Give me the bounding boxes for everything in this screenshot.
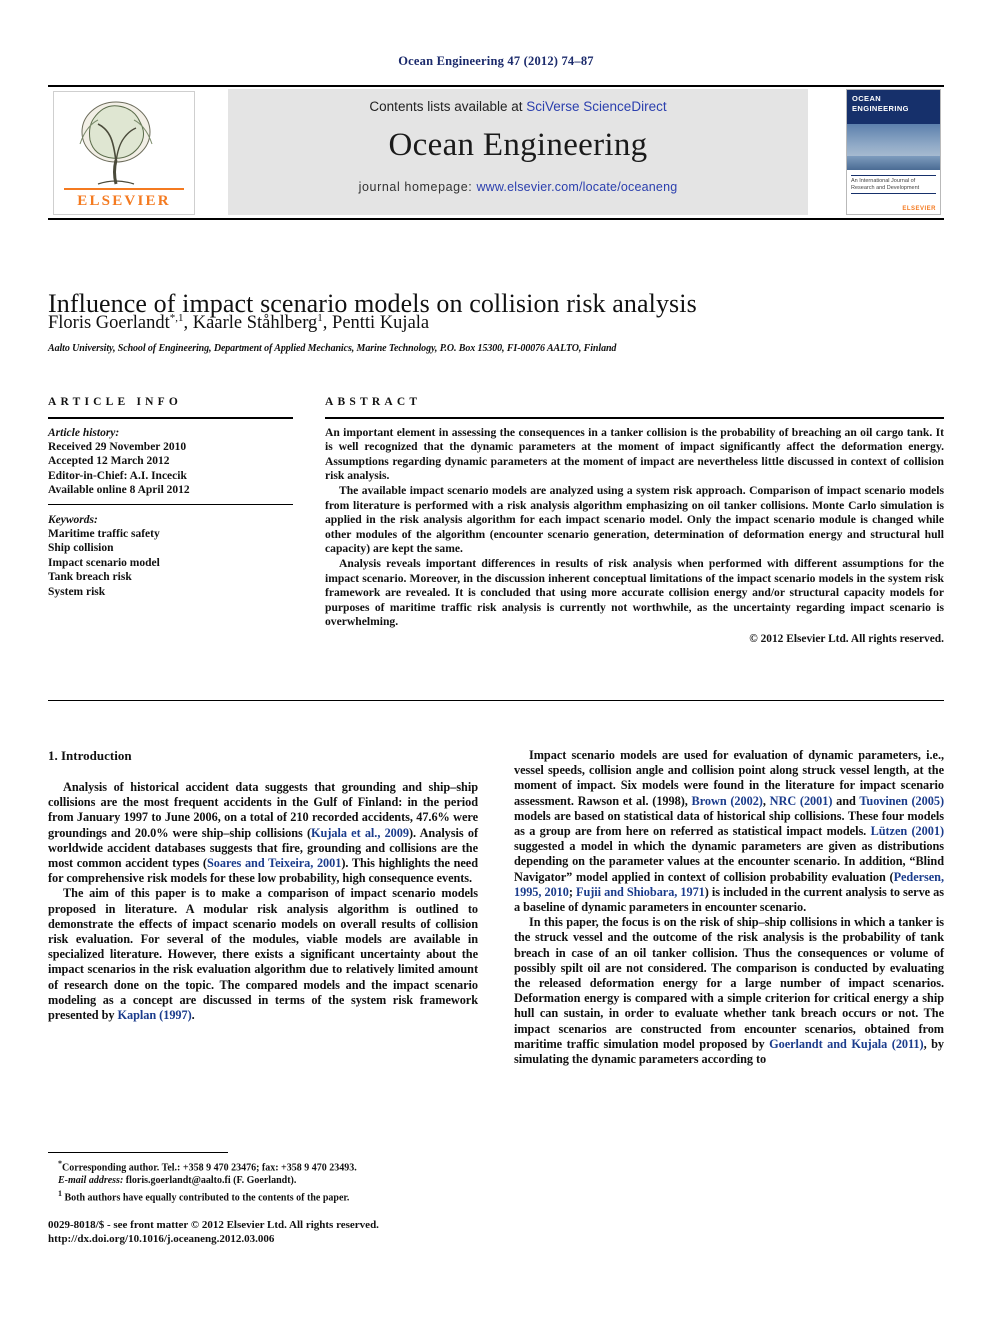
article-info-heading: ARTICLE INFO bbox=[48, 396, 183, 408]
history-item: Received 29 November 2010 bbox=[48, 440, 187, 453]
cover-artwork bbox=[847, 124, 940, 170]
history-item: Editor-in-Chief: A.I. Incecik bbox=[48, 469, 187, 482]
footnotes-block: *Corresponding author. Tel.: +358 9 470 … bbox=[48, 1158, 478, 1204]
body-divider-rule bbox=[48, 700, 944, 701]
citation-link[interactable]: NRC (2001) bbox=[770, 794, 833, 808]
corresponding-author-text: Corresponding author. Tel.: +358 9 470 2… bbox=[62, 1162, 357, 1174]
issn-line: 0029-8018/$ - see front matter © 2012 El… bbox=[48, 1219, 379, 1231]
sciencedirect-link[interactable]: SciVerse ScienceDirect bbox=[526, 99, 666, 114]
homepage-link[interactable]: www.elsevier.com/locate/oceaneng bbox=[476, 180, 677, 194]
doi-line[interactable]: http://dx.doi.org/10.1016/j.oceaneng.201… bbox=[48, 1233, 478, 1247]
keyword-item: Impact scenario model bbox=[48, 556, 160, 569]
cover-footer: An International Journal of Research and… bbox=[847, 170, 940, 214]
elsevier-logo: ELSEVIER bbox=[53, 91, 195, 215]
elsevier-rule bbox=[64, 188, 184, 190]
cover-wave-graphic bbox=[847, 156, 940, 170]
cover-caption: An International Journal of Research and… bbox=[851, 178, 920, 191]
history-item: Accepted 12 March 2012 bbox=[48, 455, 170, 468]
equal-contribution-text: Both authors have equally contributed to… bbox=[64, 1191, 350, 1203]
cover-publisher: ELSEVIER bbox=[902, 205, 936, 212]
banner-top-rule bbox=[48, 85, 944, 87]
abstract-paragraph: The available impact scenario models are… bbox=[325, 483, 944, 556]
journal-homepage-line: journal homepage: www.elsevier.com/locat… bbox=[359, 180, 678, 194]
keywords-label: Keywords: bbox=[48, 513, 98, 526]
article-info-block: ARTICLE INFO Article history: Received 2… bbox=[48, 396, 293, 599]
cover-title-line1: OCEAN bbox=[852, 94, 882, 103]
abstract-block: ABSTRACT An important element in assessi… bbox=[325, 396, 944, 645]
imprint-block: 0029-8018/$ - see front matter © 2012 El… bbox=[48, 1219, 478, 1246]
body-column-right: Impact scenario models are used for eval… bbox=[514, 748, 944, 1067]
homepage-prefix: journal homepage: bbox=[358, 180, 477, 194]
abstract-copyright: © 2012 Elsevier Ltd. All rights reserved… bbox=[749, 632, 944, 645]
abstract-paragraph: An important element in assessing the co… bbox=[325, 425, 944, 483]
footnote-corresponding-author: *Corresponding author. Tel.: +358 9 470 … bbox=[48, 1158, 478, 1175]
author-names: Floris Goerlandt*,1, Kaarle Ståhlberg1, … bbox=[48, 312, 430, 334]
banner-center: Contents lists available at SciVerse Sci… bbox=[228, 89, 808, 215]
citation-link[interactable]: Kaplan (1997) bbox=[118, 1008, 192, 1022]
section-title-introduction: 1. Introduction bbox=[48, 748, 132, 763]
citation-link[interactable]: Goerlandt and Kujala (2011) bbox=[769, 1037, 924, 1051]
abstract-heading: ABSTRACT bbox=[325, 396, 422, 408]
abstract-paragraph: Analysis reveals important differences i… bbox=[325, 556, 944, 629]
body-paragraph: Impact scenario models are used for eval… bbox=[514, 748, 944, 915]
article-history-label: Article history: bbox=[48, 426, 120, 439]
keyword-item: System risk bbox=[48, 585, 106, 598]
footnote-email: E-mail address: floris.goerlandt@aalto.f… bbox=[48, 1175, 478, 1188]
keyword-item: Tank breach risk bbox=[48, 571, 132, 584]
contents-available-line: Contents lists available at SciVerse Sci… bbox=[369, 99, 666, 114]
email-address[interactable]: floris.goerlandt@aalto.fi (F. Goerlandt)… bbox=[126, 1175, 297, 1186]
article-info-rule bbox=[48, 417, 293, 419]
citation-link[interactable]: Lützen (2001) bbox=[871, 824, 944, 838]
running-head: Ocean Engineering 47 (2012) 74–87 bbox=[398, 54, 594, 68]
banner-bottom-rule bbox=[48, 218, 944, 220]
cover-title-line2: ENGINEERING bbox=[852, 104, 909, 113]
body-paragraph: The aim of this paper is to make a compa… bbox=[48, 886, 478, 1023]
citation-link[interactable]: Fujii and Shiobara, 1971 bbox=[576, 885, 705, 899]
footnote-marker: 1 bbox=[58, 1188, 62, 1198]
contents-prefix: Contents lists available at bbox=[369, 99, 527, 114]
citation-link[interactable]: Kujala et al., 2009 bbox=[311, 826, 409, 840]
elsevier-wordmark: ELSEVIER bbox=[77, 193, 171, 209]
body-column-left: 1. Introduction Analysis of historical a… bbox=[48, 748, 478, 1023]
journal-banner: ELSEVIER Contents lists available at Sci… bbox=[48, 85, 944, 220]
body-paragraph: Analysis of historical accident data sug… bbox=[48, 780, 478, 886]
footnote-equal-contribution: 1 Both authors have equally contributed … bbox=[48, 1188, 478, 1205]
journal-title: Ocean Engineering bbox=[388, 127, 648, 163]
citation-link[interactable]: Brown (2002) bbox=[692, 794, 763, 808]
email-label: E-mail address: bbox=[58, 1174, 124, 1186]
keyword-item: Ship collision bbox=[48, 542, 114, 555]
cover-rule-top bbox=[851, 175, 936, 176]
article-first-page: Ocean Engineering 47 (2012) 74–87 ELSEVI… bbox=[0, 0, 992, 1323]
body-paragraph: In this paper, the focus is on the risk … bbox=[514, 915, 945, 1067]
keyword-item: Maritime traffic safety bbox=[48, 527, 160, 540]
journal-cover-thumbnail: OCEAN ENGINEERING An International Journ… bbox=[846, 89, 941, 215]
cover-title: OCEAN ENGINEERING bbox=[847, 90, 940, 124]
keywords-divider bbox=[48, 503, 293, 505]
history-item: Available online 8 April 2012 bbox=[48, 484, 190, 497]
abstract-rule bbox=[325, 417, 944, 419]
affiliation: Aalto University, School of Engineering,… bbox=[48, 343, 617, 354]
author-list: Floris Goerlandt*,1, Kaarle Ståhlberg1, … bbox=[48, 312, 928, 334]
cover-rule-bottom bbox=[851, 193, 936, 194]
citation-link[interactable]: Tuovinen (2005) bbox=[859, 794, 944, 808]
citation-link[interactable]: Soares and Teixeira, 2001 bbox=[207, 856, 341, 870]
elsevier-tree-icon bbox=[79, 101, 153, 185]
footnote-rule bbox=[48, 1152, 228, 1153]
